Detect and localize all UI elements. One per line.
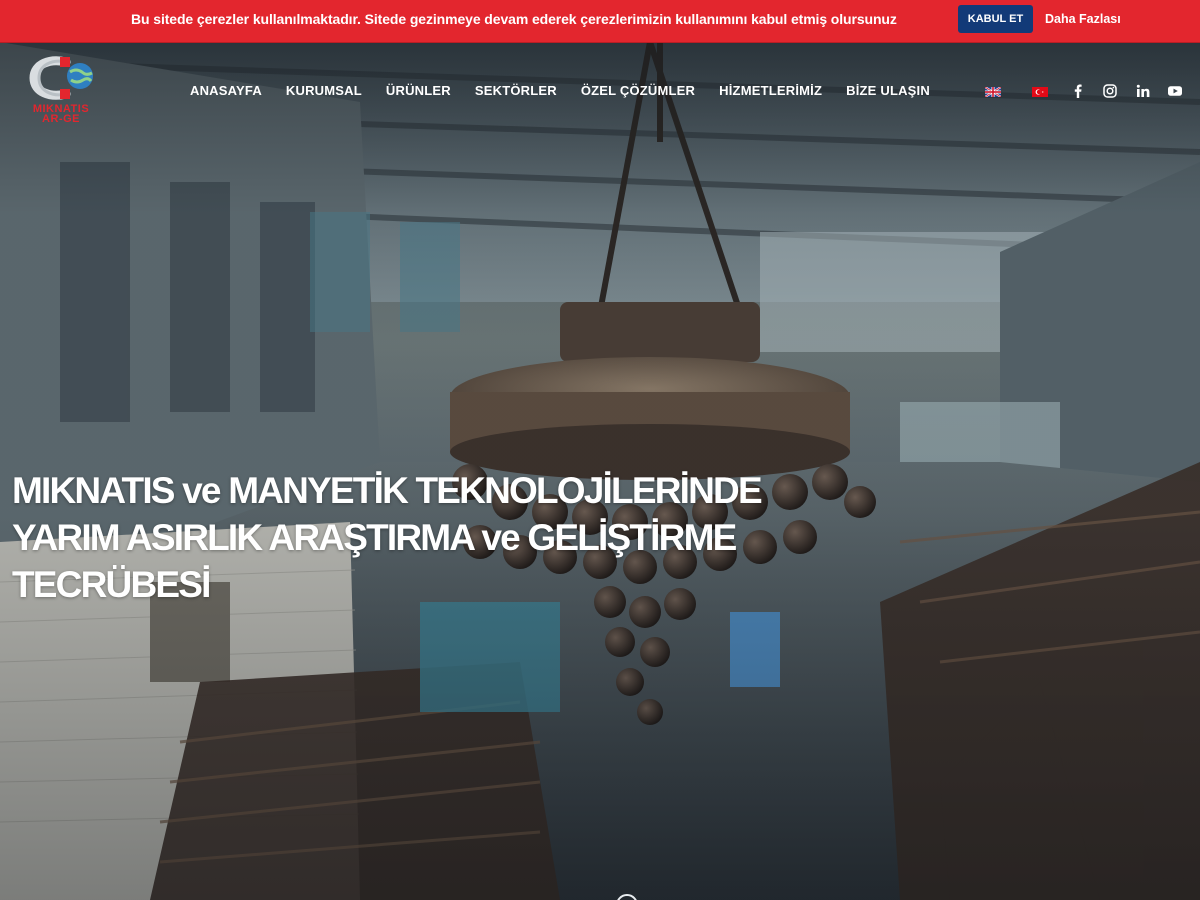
hero-headline-line-1: MIKNATIS ve MANYETİK TEKNOLOJİLERİNDE: [12, 470, 763, 511]
nav-item-kurumsal[interactable]: KURUMSAL: [286, 83, 362, 98]
uk-flag-icon[interactable]: [985, 87, 1001, 97]
nav-item-ozel-cozumler[interactable]: ÖZEL ÇÖZÜMLER: [581, 83, 695, 98]
magnet-globe-icon: [29, 56, 93, 100]
main-navigation: ANASAYFA KURUMSAL ÜRÜNLER SEKTÖRLER ÖZEL…: [190, 83, 954, 98]
nav-item-urunler[interactable]: ÜRÜNLER: [386, 83, 451, 98]
hero-headline-line-2: YARIM ASIRLIK ARAŞTIRMA ve GELİŞTİRME: [12, 517, 737, 558]
cookie-message: Bu sitede çerezler kullanılmaktadır. Sit…: [131, 11, 897, 27]
hero-headline: MIKNATIS ve MANYETİK TEKNOLOJİLERİNDE YA…: [12, 467, 763, 608]
site-logo[interactable]: MIKNATIS AR-GE: [20, 56, 102, 128]
hero-section: MIKNATIS ve MANYETİK TEKNOLOJİLERİNDE YA…: [0, 42, 1200, 900]
logo-text-line-2: AR-GE: [42, 113, 80, 125]
cookie-more-link[interactable]: Daha Fazlası: [1045, 12, 1121, 26]
cookie-bar: Bu sitede çerezler kullanılmaktadır. Sit…: [0, 0, 1200, 43]
youtube-icon[interactable]: [1167, 83, 1183, 99]
nav-item-anasayfa[interactable]: ANASAYFA: [190, 83, 262, 98]
nav-item-sektorler[interactable]: SEKTÖRLER: [475, 83, 557, 98]
linkedin-icon[interactable]: [1135, 83, 1151, 99]
instagram-icon[interactable]: [1102, 83, 1118, 99]
turkey-flag-icon[interactable]: [1032, 87, 1048, 97]
facebook-icon[interactable]: [1070, 83, 1086, 99]
nav-item-bize-ulasin[interactable]: BİZE ULAŞIN: [846, 83, 930, 98]
nav-item-hizmetlerimiz[interactable]: HİZMETLERİMİZ: [719, 83, 822, 98]
hero-headline-line-3: TECRÜBESİ: [12, 564, 211, 605]
cookie-accept-button[interactable]: KABUL ET: [958, 5, 1033, 33]
